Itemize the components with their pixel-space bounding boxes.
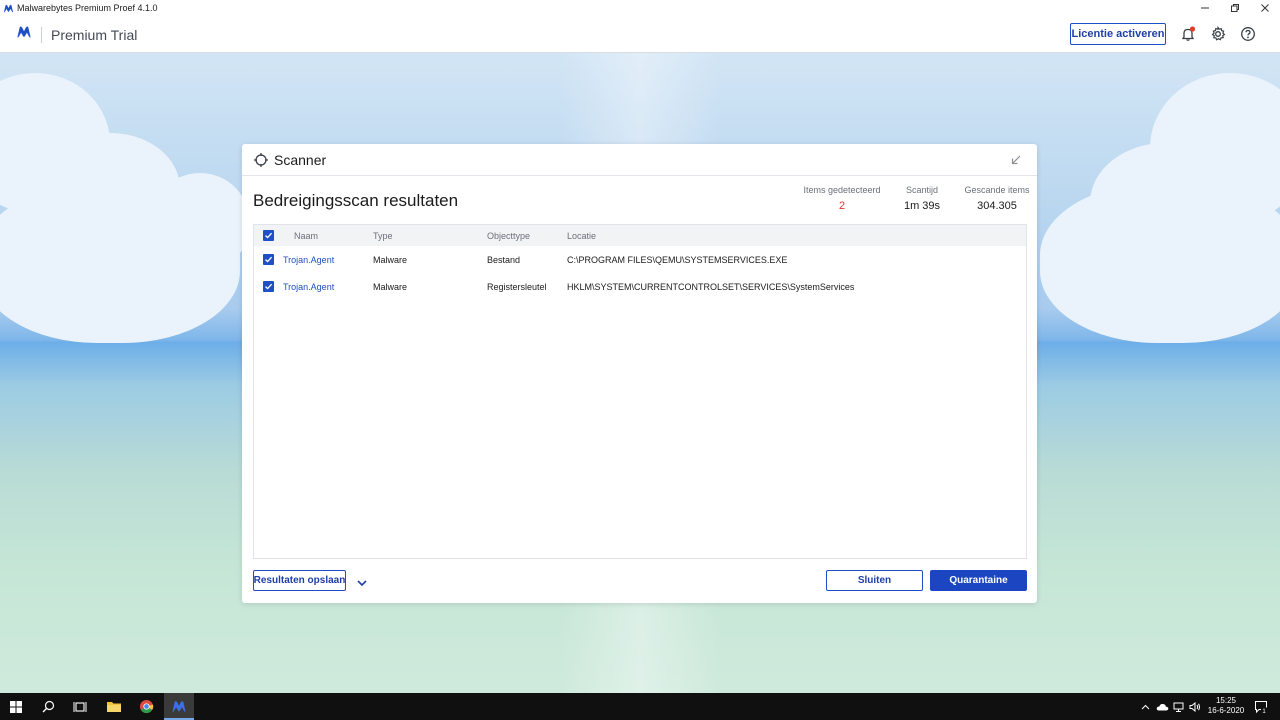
network-icon[interactable] [1171,693,1187,720]
threat-location: C:\PROGRAM FILES\QEMU\SYSTEMSERVICES.EXE [567,255,788,265]
search-icon[interactable] [34,693,62,720]
dialog-title: Scanner [274,152,327,168]
threat-name-link[interactable]: Trojan.Agent [283,255,334,265]
scanner-crosshair-icon [253,152,269,168]
onedrive-cloud-icon[interactable] [1154,693,1170,720]
chevron-up-icon[interactable] [1138,693,1152,720]
stat-label: Gescande items [964,185,1030,195]
threat-type: Malware [373,255,408,265]
restore-window-button[interactable] [1220,0,1250,16]
malwarebytes-logo-icon [2,2,14,14]
notifications-bell-icon[interactable] [1179,25,1197,43]
title-bar: Malwarebytes Premium Proef 4.1.0 [0,0,1280,16]
column-type[interactable]: Type [373,231,393,241]
action-center-icon[interactable]: 1 [1250,693,1272,720]
brand: Premium Trial [16,25,137,44]
chrome-icon[interactable] [132,693,160,720]
threat-objecttype: Bestand [487,255,521,265]
table-row[interactable]: Trojan.Agent Malware Registersleutel HKL… [254,274,1026,300]
results-table: Naam Type Objecttype Locatie Trojan.Agen… [253,224,1027,559]
clock[interactable]: 15:25 16-6-2020 [1203,696,1249,716]
quarantine-button[interactable]: Quarantaine [930,570,1027,591]
scanner-dialog: Scanner Bedreigingsscan resultaten Items… [242,144,1037,603]
select-all-checkbox[interactable] [263,230,274,241]
help-icon[interactable] [1239,25,1257,43]
column-objecttype[interactable]: Objecttype [487,231,530,241]
malwarebytes-taskbar-icon[interactable] [164,693,194,720]
stat-items-detected: Items gedetecteerd 2 [800,185,884,212]
brand-text: Premium Trial [51,26,138,43]
dialog-header: Scanner [242,144,1037,176]
table-row[interactable]: Trojan.Agent Malware Bestand C:\PROGRAM … [254,247,1026,273]
stat-label: Scantijd [905,185,939,195]
threat-objecttype: Registersleutel [487,282,547,292]
minimize-window-button[interactable] [1190,0,1220,16]
stat-value: 304.305 [977,200,1017,212]
threat-name-link[interactable]: Trojan.Agent [283,282,334,292]
table-header: Naam Type Objecttype Locatie [254,225,1026,246]
stat-label: Items gedetecteerd [803,185,881,195]
threat-location: HKLM\SYSTEM\CURRENTCONTROLSET\SERVICES\S… [567,282,855,292]
app-header: Premium Trial Licentie activeren [0,16,1280,53]
file-explorer-icon[interactable] [100,693,128,720]
activate-license-button[interactable]: Licentie activeren [1070,23,1166,45]
start-windows-icon[interactable] [0,693,32,720]
malwarebytes-logo-icon [16,25,32,44]
chevron-down-icon[interactable] [356,575,368,587]
column-locatie[interactable]: Locatie [567,231,596,241]
stat-scan-time: Scantijd 1m 39s [896,185,948,212]
window-title: Malwarebytes Premium Proef 4.1.0 [17,3,158,13]
column-naam[interactable]: Naam [294,231,318,241]
stat-value: 1m 39s [903,200,941,212]
clock-date: 16-6-2020 [1207,706,1245,715]
volume-icon[interactable] [1187,693,1203,720]
stat-value: 2 [838,200,846,212]
threat-type: Malware [373,282,408,292]
stat-scanned-items: Gescande items 304.305 [962,185,1032,212]
clock-time: 15:25 [1215,696,1237,705]
settings-gear-icon[interactable] [1209,25,1227,43]
results-title: Bedreigingsscan resultaten [253,191,459,210]
close-window-button[interactable] [1250,0,1280,16]
save-results-button[interactable]: Resultaten opslaan [253,570,346,591]
brand-separator [41,26,42,43]
taskbar: 15:25 16-6-2020 1 [0,693,1280,720]
close-button[interactable]: Sluiten [826,570,923,591]
minimize-dialog-icon[interactable] [1009,153,1023,167]
row-checkbox[interactable] [263,254,274,265]
task-view-icon[interactable] [66,693,94,720]
row-checkbox[interactable] [263,281,274,292]
